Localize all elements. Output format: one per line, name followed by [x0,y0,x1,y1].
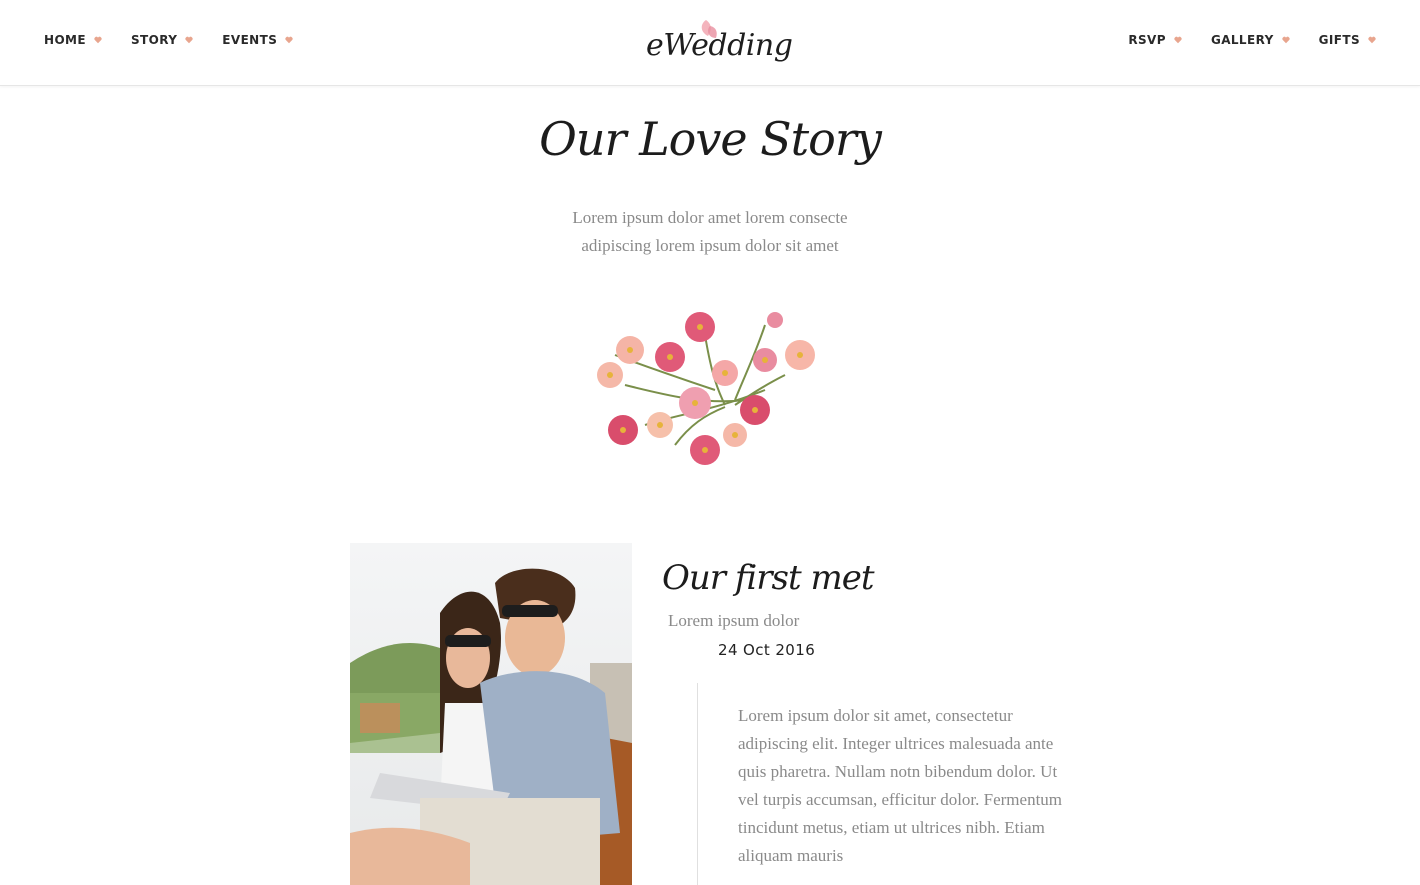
story-body: Lorem ipsum dolor sit amet, consectetur … [738,706,1063,865]
story-title: Our first met [662,558,874,598]
flower-bouquet-illustration [597,312,815,465]
timeline-divider [697,683,698,885]
section-title: Our Love Story [539,112,882,166]
nav-item-label: HOME [44,33,86,47]
nav-left: HOME STORY EVENTS [44,33,322,47]
nav-item-gallery[interactable]: GALLERY [1211,33,1290,47]
site-logo[interactable]: eWedding [640,12,793,74]
nav-item-rsvp[interactable]: RSVP [1128,33,1182,47]
heart-icon [1174,36,1182,44]
nav-item-label: GALLERY [1210,33,1274,47]
intro-line: Lorem ipsum dolor amet lorem consecte [572,208,848,227]
nav-item-label: GIFTS [1318,33,1360,47]
heart-icon [1368,36,1376,44]
nav-item-label: RSVP [1128,33,1166,47]
nav-right: RSVP GALLERY GIFTS [1099,33,1376,47]
section-intro: Lorem ipsum dolor amet lorem consecte ad… [510,204,910,260]
nav-item-story[interactable]: STORY [131,33,193,47]
nav-item-events[interactable]: EVENTS [222,33,293,47]
heart-icon [285,36,293,44]
story-date: 24 Oct 2016 [718,641,816,659]
nav-item-label: EVENTS [222,33,278,47]
intro-line: adipiscing lorem ipsum dolor sit amet [581,236,839,255]
logo-text: eWedding [646,28,793,63]
nav-item-label: STORY [130,33,178,47]
site-header: HOME STORY EVENTS eWedding RSVP GALLERY … [0,0,1420,86]
nav-item-gifts[interactable]: GIFTS [1319,33,1376,47]
couple-photo [350,543,632,885]
nav-item-home[interactable]: HOME [44,33,102,47]
heart-icon [94,36,102,44]
heart-icon [185,36,193,44]
story-subtitle: Lorem ipsum dolor [668,611,800,630]
heart-icon [1282,36,1290,44]
